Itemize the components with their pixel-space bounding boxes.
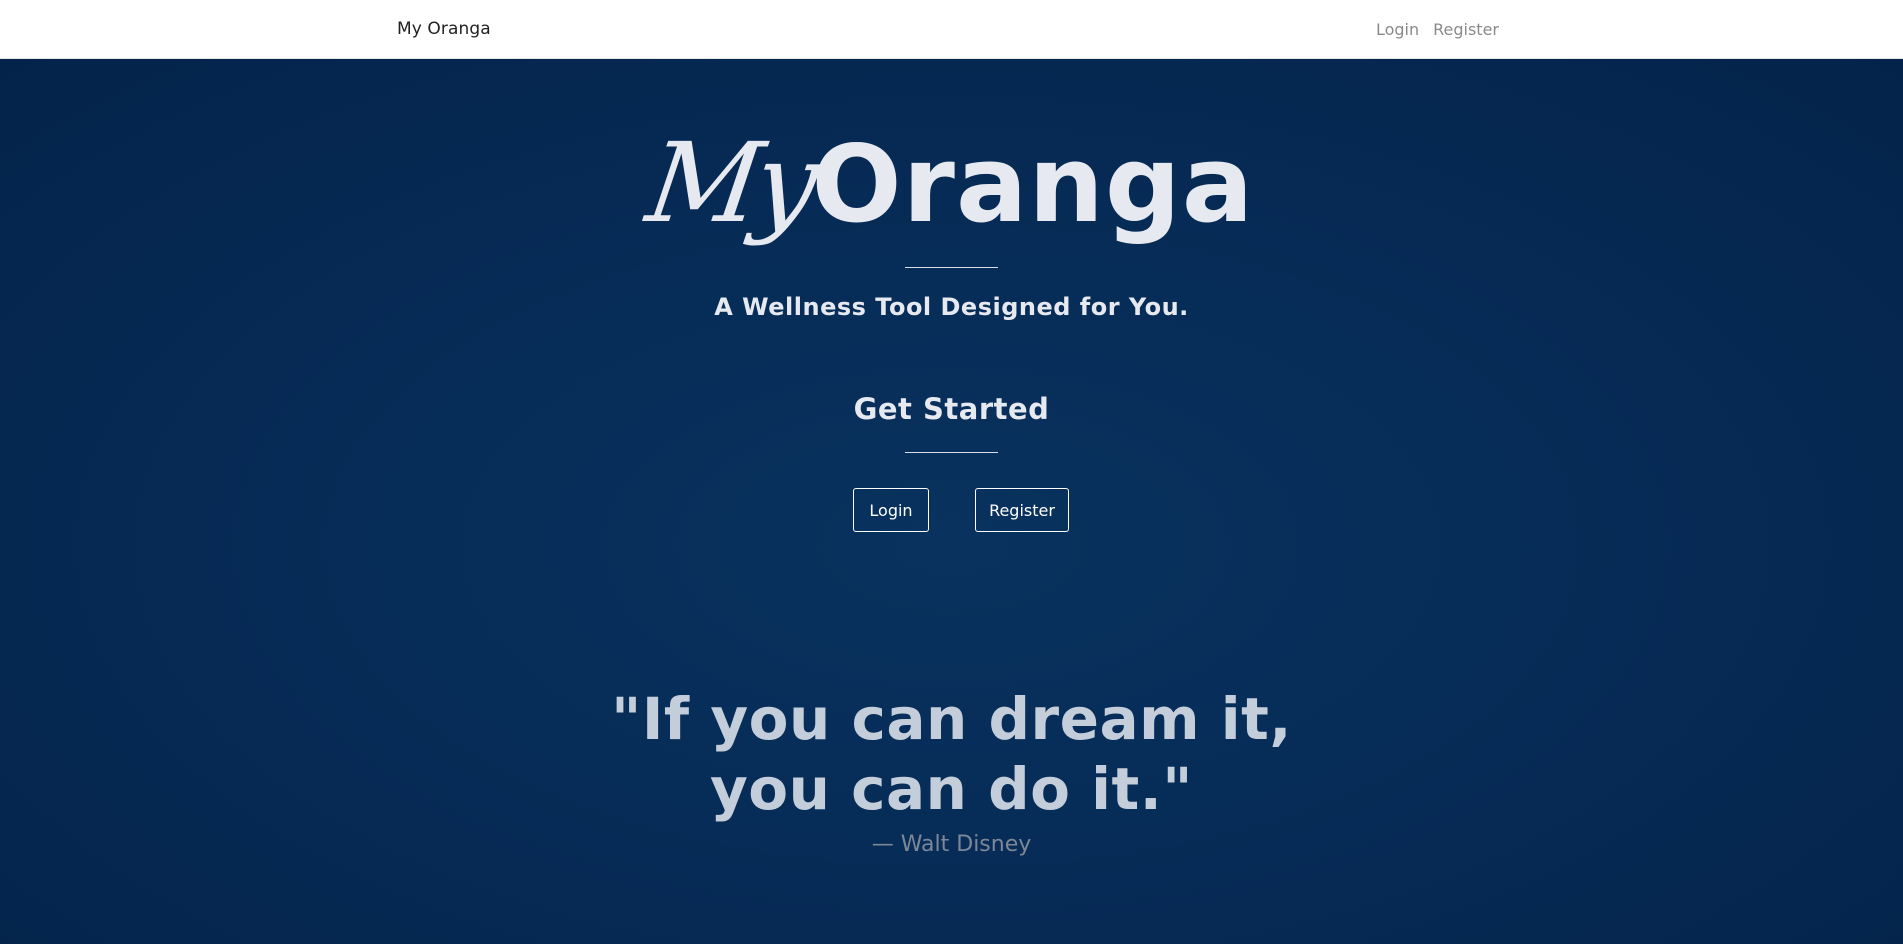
brand-link[interactable]: My Oranga	[397, 19, 491, 39]
nav-register-link[interactable]: Register	[1433, 20, 1499, 39]
get-started-heading: Get Started	[853, 392, 1050, 426]
login-button[interactable]: Login	[853, 488, 929, 532]
get-started-divider	[905, 452, 998, 453]
hero-logo: MyOranga	[0, 119, 1903, 247]
register-button[interactable]: Register	[975, 488, 1069, 532]
hero-section: MyOranga A Wellness Tool Designed for Yo…	[0, 59, 1903, 944]
quote-line-1: "If you can dream it,	[611, 685, 1292, 753]
tagline: A Wellness Tool Designed for You.	[714, 293, 1189, 321]
logo-main-text: Oranga	[811, 123, 1255, 246]
top-navbar: My Oranga Login Register	[0, 0, 1903, 59]
quote: "If you can dream it, you can do it."	[0, 684, 1903, 824]
nav-links: Login Register	[1376, 20, 1499, 39]
nav-login-link[interactable]: Login	[1376, 20, 1419, 39]
quote-line-2: you can do it."	[709, 755, 1194, 823]
quote-attribution: — Walt Disney	[871, 832, 1032, 857]
logo-script-text: My	[639, 119, 821, 247]
logo-divider	[905, 267, 998, 268]
